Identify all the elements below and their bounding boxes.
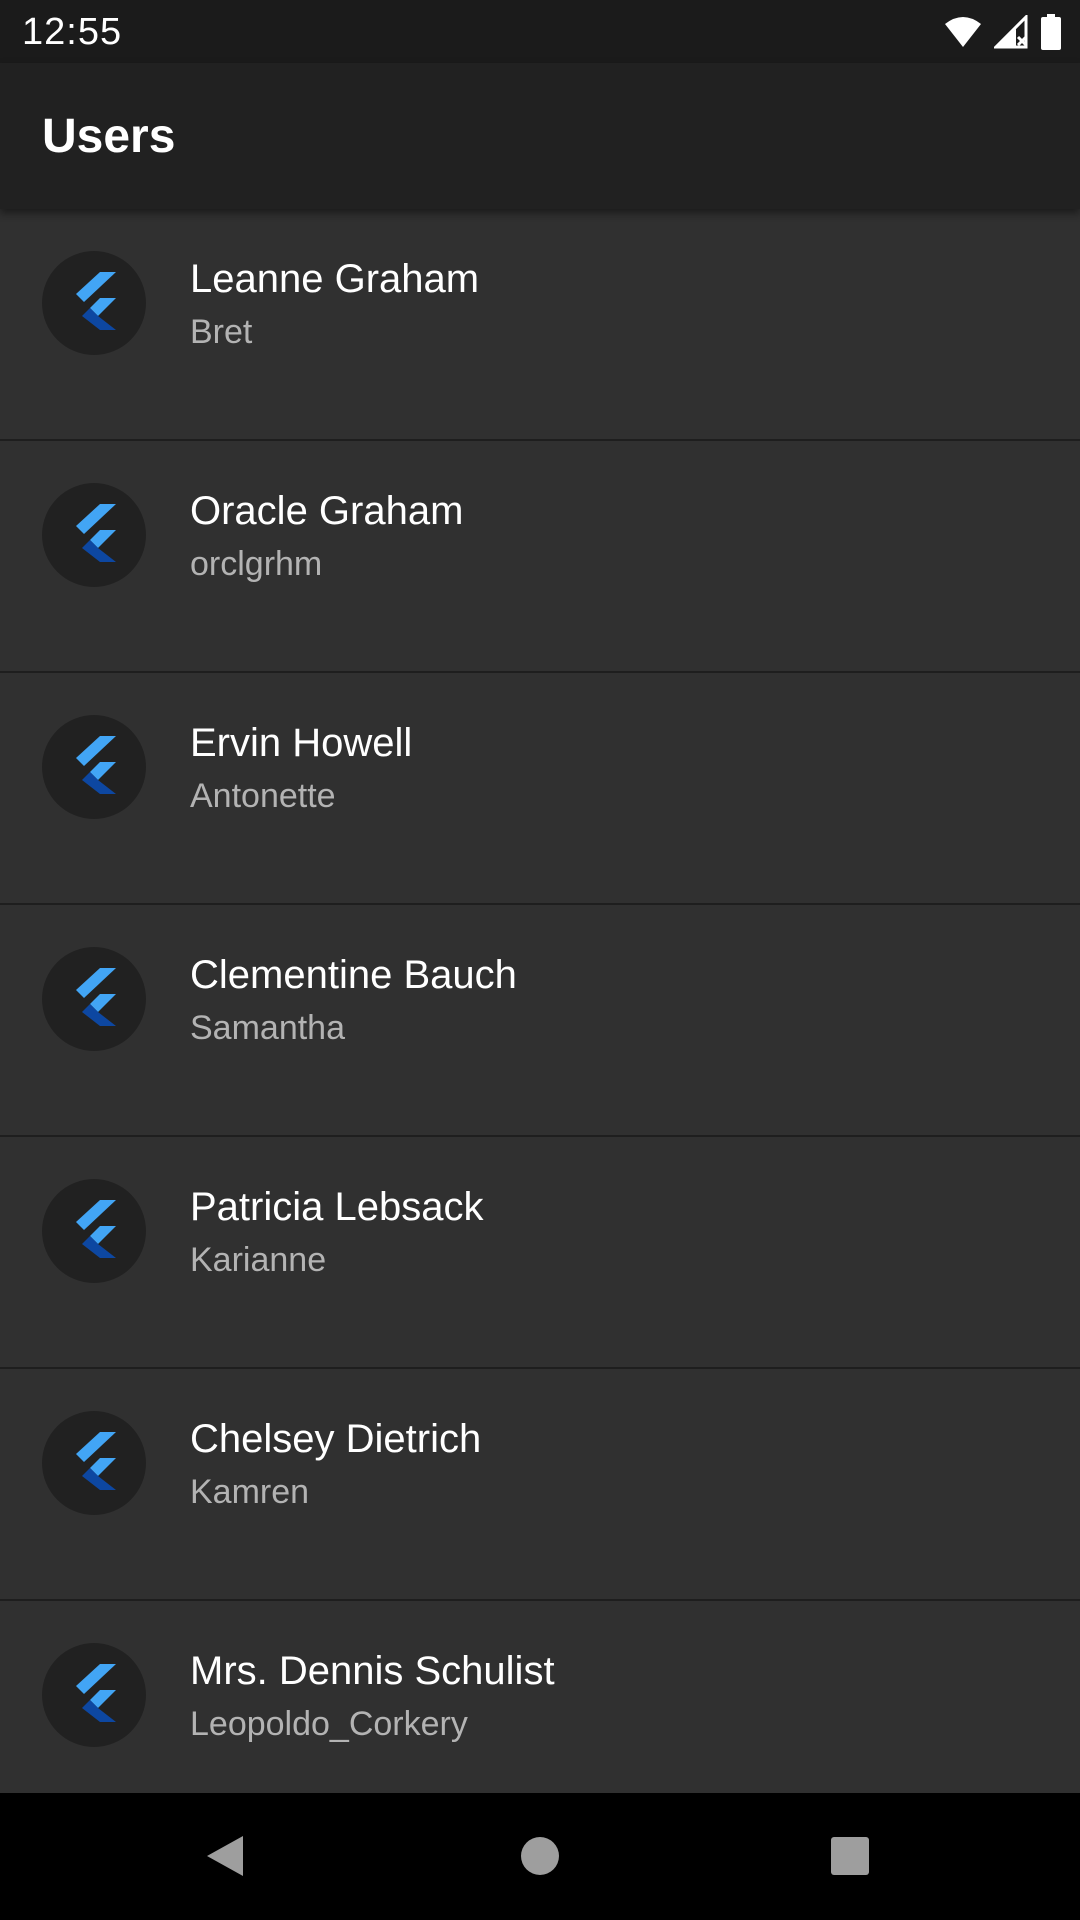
- list-item[interactable]: Clementine Bauch Samantha: [0, 905, 1080, 1137]
- flutter-logo-icon: [70, 1431, 118, 1495]
- user-username: Leopoldo_Corkery: [190, 1705, 468, 1743]
- avatar: [42, 715, 146, 819]
- app-bar: Users: [0, 63, 1080, 209]
- user-username: orclgrhm: [190, 545, 323, 583]
- user-username: Bret: [190, 313, 253, 351]
- avatar: [42, 251, 146, 355]
- flutter-logo-icon: [70, 735, 118, 799]
- list-item[interactable]: Leanne Graham Bret: [0, 209, 1080, 441]
- user-name: Ervin Howell: [190, 721, 413, 765]
- user-name: Leanne Graham: [190, 257, 480, 301]
- user-username: Samantha: [190, 1009, 345, 1047]
- status-time: 12:55: [22, 11, 123, 53]
- list-item[interactable]: Mrs. Dennis Schulist Leopoldo_Corkery: [0, 1601, 1080, 1793]
- signal-icon: [994, 15, 1028, 49]
- list-item[interactable]: Ervin Howell Antonette: [0, 673, 1080, 905]
- back-button[interactable]: [190, 1823, 260, 1893]
- wifi-icon: [944, 16, 982, 48]
- flutter-logo-icon: [70, 1663, 118, 1727]
- flutter-logo-icon: [70, 503, 118, 567]
- user-name: Chelsey Dietrich: [190, 1417, 482, 1461]
- home-icon: [519, 1835, 561, 1882]
- avatar: [42, 483, 146, 587]
- user-username: Antonette: [190, 777, 336, 815]
- avatar: [42, 1643, 146, 1747]
- list-item[interactable]: Chelsey Dietrich Kamren: [0, 1369, 1080, 1601]
- user-name: Clementine Bauch: [190, 953, 517, 997]
- recents-button[interactable]: [815, 1823, 885, 1893]
- user-username: Kamren: [190, 1473, 310, 1511]
- screen: 12:55 Users Leanne Graham Bret Oracle Gr…: [0, 0, 1080, 1920]
- recents-icon: [830, 1836, 870, 1881]
- list-item[interactable]: Patricia Lebsack Karianne: [0, 1137, 1080, 1369]
- home-button[interactable]: [505, 1823, 575, 1893]
- user-list[interactable]: Leanne Graham Bret Oracle Graham orclgrhm Er…: [0, 209, 1080, 1793]
- user-name: Mrs. Dennis Schulist: [190, 1649, 555, 1693]
- back-icon: [203, 1832, 247, 1885]
- avatar: [42, 1179, 146, 1283]
- status-bar: 12:55: [0, 0, 1080, 63]
- navigation-bar: [0, 1793, 1080, 1920]
- user-name: Oracle Graham: [190, 489, 464, 533]
- flutter-logo-icon: [70, 967, 118, 1031]
- avatar: [42, 947, 146, 1051]
- status-icons: [944, 12, 1062, 52]
- battery-icon: [1040, 14, 1062, 50]
- user-name: Patricia Lebsack: [190, 1185, 484, 1229]
- flutter-logo-icon: [70, 271, 118, 335]
- avatar: [42, 1411, 146, 1515]
- page-title: Users: [42, 110, 176, 163]
- flutter-logo-icon: [70, 1199, 118, 1263]
- list-item[interactable]: Oracle Graham orclgrhm: [0, 441, 1080, 673]
- user-username: Karianne: [190, 1241, 327, 1279]
